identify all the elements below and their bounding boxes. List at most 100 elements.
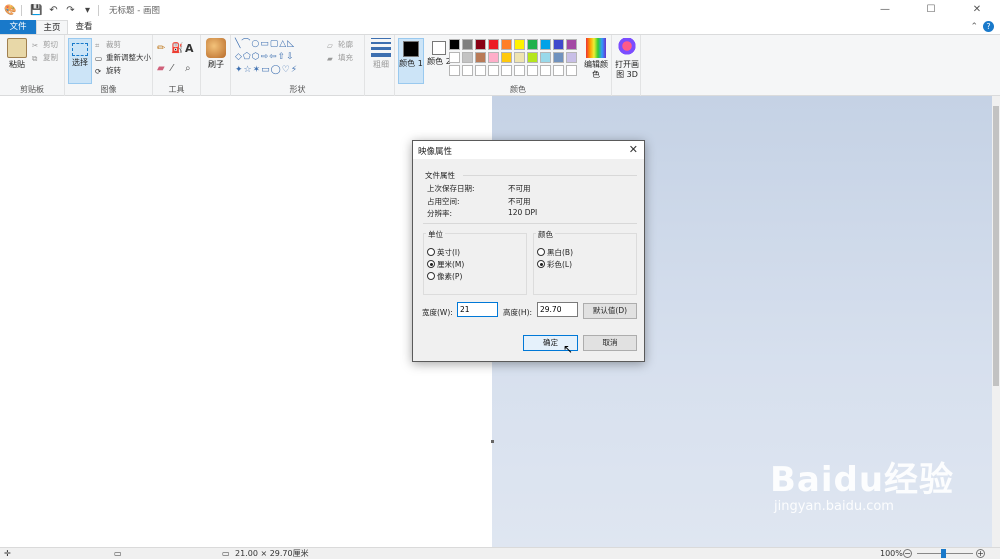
- close-window-button[interactable]: ✕: [954, 0, 1000, 20]
- unit-cm-label: 厘米(M): [437, 260, 465, 269]
- palette-swatch[interactable]: [475, 52, 486, 63]
- palette-swatch[interactable]: [462, 65, 473, 76]
- default-button[interactable]: 默认值(D): [583, 303, 637, 319]
- pencil-icon[interactable]: ✏: [157, 43, 165, 54]
- cut-button[interactable]: ✂ 剪切: [32, 39, 58, 50]
- tab-file[interactable]: 文件: [0, 20, 36, 34]
- shapes-gallery-row3[interactable]: ✦☆✶▭◯♡⚡: [235, 65, 298, 76]
- zoom-out-button[interactable]: −: [903, 549, 912, 558]
- palette-swatch[interactable]: [501, 39, 512, 50]
- resolution-value: 120 DPI: [508, 208, 538, 217]
- minimize-button[interactable]: —: [862, 0, 908, 20]
- unit-cm-radio[interactable]: 厘米(M): [427, 259, 464, 270]
- copy-button[interactable]: ⧉ 复制: [32, 52, 58, 63]
- rotate-button[interactable]: ⟳ 旋转: [95, 65, 121, 76]
- outline-label: 轮廓: [338, 40, 353, 49]
- tab-view[interactable]: 查看: [68, 20, 100, 34]
- palette-swatch[interactable]: [462, 39, 473, 50]
- redo-icon[interactable]: ↷: [64, 4, 77, 17]
- color1-label: 颜色 1: [399, 59, 423, 68]
- palette-swatch[interactable]: [488, 39, 499, 50]
- palette-swatch[interactable]: [475, 39, 486, 50]
- brushes-button[interactable]: 刷子: [204, 38, 228, 70]
- palette-swatch[interactable]: [540, 65, 551, 76]
- palette-swatch[interactable]: [527, 52, 538, 63]
- collapse-ribbon-icon[interactable]: ⌃: [970, 20, 978, 34]
- select-button[interactable]: 选择: [68, 38, 92, 84]
- select-label: 选择: [72, 58, 88, 67]
- palette-swatch[interactable]: [553, 39, 564, 50]
- save-icon[interactable]: 💾: [30, 4, 43, 17]
- tab-home[interactable]: 主页: [36, 20, 68, 34]
- vertical-scrollbar[interactable]: [992, 96, 1000, 547]
- rainbow-palette-icon: [586, 38, 606, 58]
- color-bw-radio[interactable]: 黑白(B): [537, 247, 573, 258]
- last-saved-label: 上次保存日期:: [427, 184, 475, 193]
- palette-swatch[interactable]: [449, 65, 460, 76]
- color-picker-icon[interactable]: ⁄: [171, 63, 173, 74]
- divider: [423, 223, 637, 224]
- rotate-icon: ⟳: [95, 67, 102, 76]
- scrollbar-thumb[interactable]: [993, 106, 999, 386]
- palette-swatch[interactable]: [514, 39, 525, 50]
- palette-swatch[interactable]: [553, 52, 564, 63]
- group-label: 颜色: [510, 85, 526, 94]
- palette-swatch[interactable]: [566, 52, 577, 63]
- palette-swatch[interactable]: [540, 39, 551, 50]
- size-button[interactable]: 粗细: [369, 38, 393, 70]
- outline-button[interactable]: ▱ 轮廓: [327, 39, 353, 50]
- resize-button[interactable]: ▭ 重新调整大小: [95, 52, 151, 63]
- palette-swatch[interactable]: [514, 52, 525, 63]
- status-bar: ✛ ▭ ▭ 21.00 × 29.70厘米 100% − +: [0, 547, 1000, 559]
- palette-swatch[interactable]: [527, 39, 538, 50]
- fill-bucket-icon[interactable]: ⛽: [171, 43, 183, 54]
- units-heading: 单位: [426, 229, 445, 240]
- dialog-titlebar: 映像属性 ✕: [413, 141, 644, 159]
- palette-swatch[interactable]: [475, 65, 486, 76]
- palette-swatch[interactable]: [527, 65, 538, 76]
- color-color-radio[interactable]: 彩色(L): [537, 259, 572, 270]
- crop-button[interactable]: ⌗ 裁剪: [95, 39, 121, 50]
- help-icon[interactable]: ?: [983, 21, 994, 32]
- palette-swatch[interactable]: [449, 39, 460, 50]
- palette-swatch[interactable]: [449, 52, 460, 63]
- zoom-in-button[interactable]: +: [976, 549, 985, 558]
- canvas-resize-handle[interactable]: [491, 440, 494, 443]
- undo-icon[interactable]: ↶: [47, 4, 60, 17]
- group-label: 形状: [289, 85, 306, 94]
- eraser-icon[interactable]: ▰: [157, 63, 165, 74]
- edit-colors-button[interactable]: 编辑颜色: [582, 38, 610, 80]
- radio-circle: [427, 248, 435, 256]
- customize-quick-access-icon[interactable]: ▾: [81, 4, 94, 17]
- palette-swatch[interactable]: [514, 65, 525, 76]
- open-paint3d-button[interactable]: 打开画图 3D: [614, 38, 640, 80]
- text-tool-icon[interactable]: A: [185, 43, 194, 54]
- zoom-slider-thumb[interactable]: [941, 549, 946, 558]
- palette-swatch[interactable]: [488, 65, 499, 76]
- unit-inches-radio[interactable]: 英寸(I): [427, 247, 460, 258]
- paint3d-icon: [617, 38, 637, 58]
- cancel-button[interactable]: 取消: [583, 335, 637, 351]
- shapes-gallery[interactable]: ╲⌒○▭▢△◺: [235, 39, 295, 50]
- dialog-close-icon[interactable]: ✕: [629, 143, 638, 156]
- color1-button[interactable]: 颜色 1: [398, 38, 424, 84]
- shapes-gallery-row2[interactable]: ◇⬠⬡⇨⇦⇧⇩: [235, 52, 295, 63]
- palette-swatch[interactable]: [488, 52, 499, 63]
- palette-swatch[interactable]: [566, 65, 577, 76]
- radio-circle-selected: [427, 260, 435, 268]
- fill-button[interactable]: ▰ 填充: [327, 52, 353, 63]
- maximize-button[interactable]: ☐: [908, 0, 954, 20]
- paint3d-group: 打开画图 3D: [611, 35, 641, 96]
- unit-pixels-radio[interactable]: 像素(P): [427, 271, 462, 282]
- palette-swatch[interactable]: [540, 52, 551, 63]
- palette-swatch[interactable]: [462, 52, 473, 63]
- palette-swatch[interactable]: [566, 39, 577, 50]
- width-field[interactable]: [457, 302, 498, 317]
- paste-button[interactable]: 粘贴: [5, 38, 29, 70]
- height-label: 高度(H):: [503, 308, 533, 317]
- height-field[interactable]: [537, 302, 578, 317]
- palette-swatch[interactable]: [501, 65, 512, 76]
- palette-swatch[interactable]: [553, 65, 564, 76]
- palette-swatch[interactable]: [501, 52, 512, 63]
- magnifier-icon[interactable]: ⌕: [185, 63, 191, 74]
